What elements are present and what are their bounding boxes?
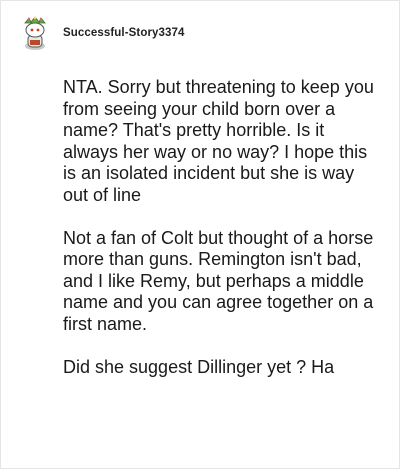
- username[interactable]: Successful-Story3374: [63, 27, 185, 39]
- comment-body: NTA. Sorry but threatening to keep you f…: [63, 77, 383, 400]
- comment-paragraph: Did she suggest Dillinger yet ? Ha: [63, 356, 335, 377]
- avatar-icon[interactable]: [18, 15, 52, 51]
- comment-paragraph: Not a fan of Colt but thought of a horse…: [63, 227, 374, 334]
- comment-card: Successful-Story3374 NTA. Sorry but thre…: [0, 0, 400, 469]
- comment-paragraph: NTA. Sorry but threatening to keep you f…: [63, 77, 374, 205]
- comment-header: Successful-Story3374: [18, 15, 185, 51]
